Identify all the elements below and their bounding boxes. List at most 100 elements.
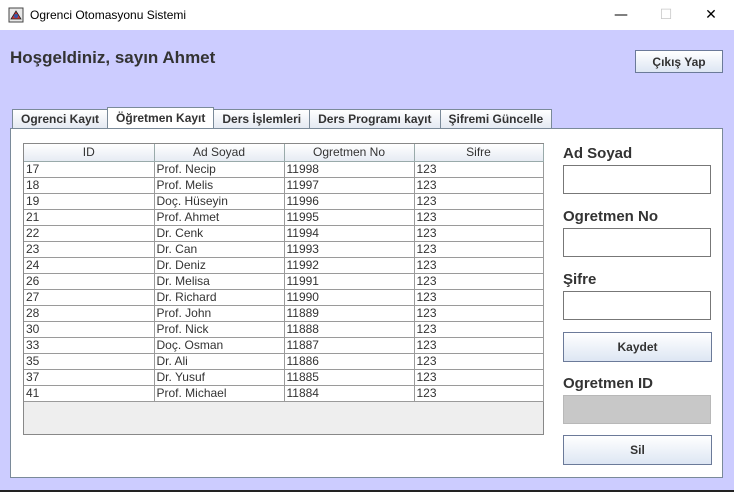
column-header-ad-soyad[interactable]: Ad Soyad: [154, 144, 285, 162]
cell-id[interactable]: 19: [24, 193, 155, 210]
cell-ad-soyad[interactable]: Prof. Nick: [154, 321, 285, 338]
cell-ogretmen-no[interactable]: 11998: [284, 161, 415, 178]
cell-id[interactable]: 17: [24, 161, 155, 178]
cell-sifre[interactable]: 123: [414, 257, 544, 274]
cell-ad-soyad[interactable]: Prof. Ahmet: [154, 209, 285, 226]
cell-sifre[interactable]: 123: [414, 321, 544, 338]
cell-ad-soyad[interactable]: Doç. Hüseyin: [154, 193, 285, 210]
cell-ad-soyad[interactable]: Doç. Osman: [154, 337, 285, 354]
cell-ogretmen-no[interactable]: 11991: [284, 273, 415, 290]
table-row[interactable]: 30 Prof. Nick 11888 123: [24, 321, 544, 338]
cell-ogretmen-no[interactable]: 11995: [284, 209, 415, 226]
cell-ogretmen-no[interactable]: 11888: [284, 321, 415, 338]
cell-ad-soyad[interactable]: Dr. Cenk: [154, 225, 285, 242]
cell-ad-soyad[interactable]: Prof. Michael: [154, 385, 285, 402]
tab-ders-programi-kayit[interactable]: Ders Programı kayıt: [309, 109, 441, 128]
table-row[interactable]: 19 Doç. Hüseyin 11996 123: [24, 193, 544, 210]
cell-ad-soyad[interactable]: Dr. Ali: [154, 353, 285, 370]
ogretmen-id-input: [564, 396, 710, 423]
ogretmen-id-label: Ogretmen ID: [563, 375, 654, 392]
cell-ad-soyad[interactable]: Prof. Melis: [154, 177, 285, 194]
cell-ad-soyad[interactable]: Dr. Melisa: [154, 273, 285, 290]
table-row[interactable]: 23 Dr. Can 11993 123: [24, 241, 544, 258]
cell-ad-soyad[interactable]: Prof. John: [154, 305, 285, 322]
cell-sifre[interactable]: 123: [414, 273, 544, 290]
cell-ad-soyad[interactable]: Dr. Deniz: [154, 257, 285, 274]
cell-sifre[interactable]: 123: [414, 225, 544, 242]
table-row[interactable]: 17 Prof. Necip 11998 123: [24, 161, 544, 178]
table-row[interactable]: 22 Dr. Cenk 11994 123: [24, 225, 544, 242]
teacher-table-container[interactable]: ID Ad Soyad Ogretmen No Sifre 17 Prof. Ne…: [23, 143, 544, 435]
cell-id[interactable]: 30: [24, 321, 155, 338]
cell-id[interactable]: 21: [24, 209, 155, 226]
cell-ad-soyad[interactable]: Dr. Yusuf: [154, 369, 285, 386]
table-row[interactable]: 18 Prof. Melis 11997 123: [24, 177, 544, 194]
cell-sifre[interactable]: 123: [414, 337, 544, 354]
table-row[interactable]: 33 Doç. Osman 11887 123: [24, 337, 544, 354]
cell-sifre[interactable]: 123: [414, 305, 544, 322]
ad-soyad-input[interactable]: [564, 166, 710, 193]
sifre-field[interactable]: [563, 291, 711, 320]
delete-button[interactable]: Sil: [563, 435, 712, 465]
save-button[interactable]: Kaydet: [563, 332, 712, 362]
cell-id[interactable]: 27: [24, 289, 155, 306]
tab-ogrenci-kayit[interactable]: Ogrenci Kayıt: [12, 109, 109, 128]
cell-sifre[interactable]: 123: [414, 353, 544, 370]
close-button[interactable]: ✕: [688, 0, 734, 30]
cell-ogretmen-no[interactable]: 11885: [284, 369, 415, 386]
cell-sifre[interactable]: 123: [414, 241, 544, 258]
column-header-ogretmen-no[interactable]: Ogretmen No: [284, 144, 415, 162]
cell-ogretmen-no[interactable]: 11994: [284, 225, 415, 242]
cell-ogretmen-no[interactable]: 11992: [284, 257, 415, 274]
cell-ogretmen-no[interactable]: 11996: [284, 193, 415, 210]
cell-id[interactable]: 37: [24, 369, 155, 386]
cell-id[interactable]: 23: [24, 241, 155, 258]
cell-sifre[interactable]: 123: [414, 289, 544, 306]
cell-id[interactable]: 24: [24, 257, 155, 274]
column-header-sifre[interactable]: Sifre: [414, 144, 544, 162]
exit-button[interactable]: Çıkış Yap: [635, 50, 723, 73]
cell-id[interactable]: 18: [24, 177, 155, 194]
cell-ad-soyad[interactable]: Dr. Richard: [154, 289, 285, 306]
cell-ogretmen-no[interactable]: 11886: [284, 353, 415, 370]
cell-ogretmen-no[interactable]: 11993: [284, 241, 415, 258]
tab-ogretmen-kayit[interactable]: Öğretmen Kayıt: [107, 107, 215, 128]
cell-sifre[interactable]: 123: [414, 161, 544, 178]
cell-ad-soyad[interactable]: Prof. Necip: [154, 161, 285, 178]
app-icon: [8, 7, 24, 23]
table-row[interactable]: 26 Dr. Melisa 11991 123: [24, 273, 544, 290]
cell-ogretmen-no[interactable]: 11884: [284, 385, 415, 402]
table-row[interactable]: 37 Dr. Yusuf 11885 123: [24, 369, 544, 386]
cell-ogretmen-no[interactable]: 11887: [284, 337, 415, 354]
cell-sifre[interactable]: 123: [414, 369, 544, 386]
cell-sifre[interactable]: 123: [414, 209, 544, 226]
table-row[interactable]: 27 Dr. Richard 11990 123: [24, 289, 544, 306]
cell-id[interactable]: 41: [24, 385, 155, 402]
cell-id[interactable]: 35: [24, 353, 155, 370]
cell-ogretmen-no[interactable]: 11997: [284, 177, 415, 194]
cell-ogretmen-no[interactable]: 11889: [284, 305, 415, 322]
table-row[interactable]: 28 Prof. John 11889 123: [24, 305, 544, 322]
cell-ogretmen-no[interactable]: 11990: [284, 289, 415, 306]
cell-sifre[interactable]: 123: [414, 177, 544, 194]
ogretmen-no-field[interactable]: [563, 228, 711, 257]
table-row[interactable]: 41 Prof. Michael 11884 123: [24, 385, 544, 402]
column-header-id[interactable]: ID: [24, 144, 155, 162]
cell-sifre[interactable]: 123: [414, 193, 544, 210]
maximize-button[interactable]: ☐: [643, 0, 689, 30]
ad-soyad-field[interactable]: [563, 165, 711, 194]
cell-id[interactable]: 26: [24, 273, 155, 290]
cell-id[interactable]: 22: [24, 225, 155, 242]
cell-ad-soyad[interactable]: Dr. Can: [154, 241, 285, 258]
table-row[interactable]: 24 Dr. Deniz 11992 123: [24, 257, 544, 274]
table-row[interactable]: 35 Dr. Ali 11886 123: [24, 353, 544, 370]
ogretmen-no-input[interactable]: [564, 229, 710, 256]
cell-sifre[interactable]: 123: [414, 385, 544, 402]
minimize-button[interactable]: —: [598, 0, 644, 30]
tab-ders-islemleri[interactable]: Ders İşlemleri: [213, 109, 311, 128]
tab-sifremi-guncelle[interactable]: Şifremi Güncelle: [439, 109, 553, 128]
sifre-input[interactable]: [564, 292, 710, 319]
cell-id[interactable]: 28: [24, 305, 155, 322]
table-row[interactable]: 21 Prof. Ahmet 11995 123: [24, 209, 544, 226]
cell-id[interactable]: 33: [24, 337, 155, 354]
